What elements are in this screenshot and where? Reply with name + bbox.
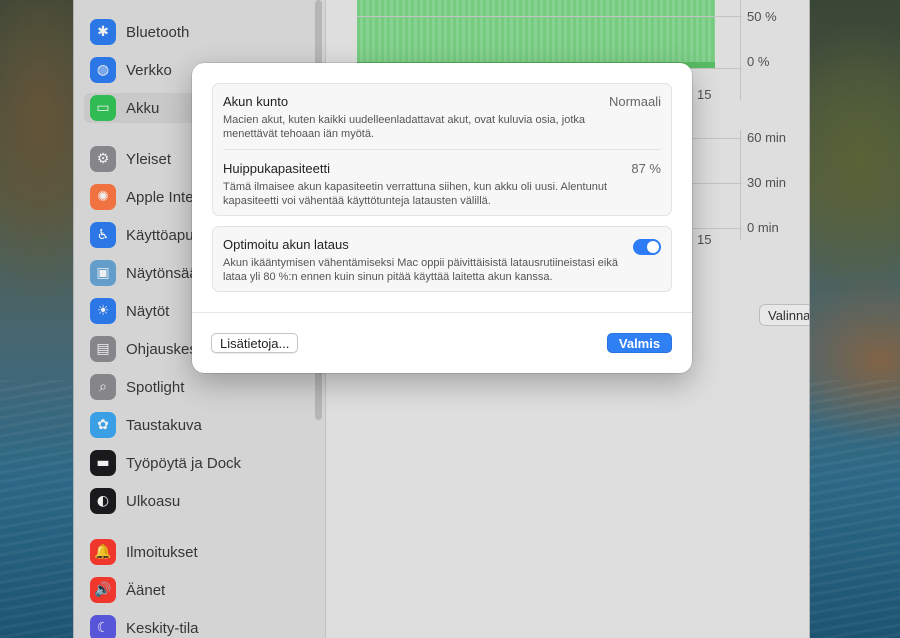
more-info-button[interactable]: Lisätietoja... xyxy=(211,333,299,353)
sheet-separator xyxy=(192,312,692,313)
peak-capacity-title: Huippukapasiteetti xyxy=(223,161,330,176)
battery-condition-description: Macien akut, kuten kaikki uudelleenladat… xyxy=(223,114,585,140)
optimized-charging-description: Akun ikääntymisen vähentämiseksi Mac opp… xyxy=(223,257,618,283)
group-divider xyxy=(223,149,661,150)
battery-condition-row: Akun kunto Normaali Macien akut, kuten k… xyxy=(223,94,661,141)
battery-health-group: Akun kunto Normaali Macien akut, kuten k… xyxy=(212,83,672,216)
optimized-charging-title: Optimoitu akun lataus xyxy=(223,237,349,252)
battery-condition-value: Normaali xyxy=(608,94,661,109)
peak-capacity-value: 87 % xyxy=(631,161,661,176)
peak-capacity-row: Huippukapasiteetti 87 % Tämä ilmaisee ak… xyxy=(223,161,661,208)
battery-health-sheet: Akun kunto Normaali Macien akut, kuten k… xyxy=(192,63,692,373)
battery-condition-title: Akun kunto xyxy=(223,94,289,109)
optimized-charging-group: Optimoitu akun lataus Akun ikääntymisen … xyxy=(212,226,672,292)
optimized-charging-toggle[interactable] xyxy=(633,239,661,255)
toggle-knob xyxy=(647,241,659,253)
done-button[interactable]: Valmis xyxy=(607,333,672,353)
peak-capacity-description: Tämä ilmaisee akun kapasiteetin verrattu… xyxy=(223,181,607,207)
optimized-charging-row: Optimoitu akun lataus Akun ikääntymisen … xyxy=(223,237,661,284)
